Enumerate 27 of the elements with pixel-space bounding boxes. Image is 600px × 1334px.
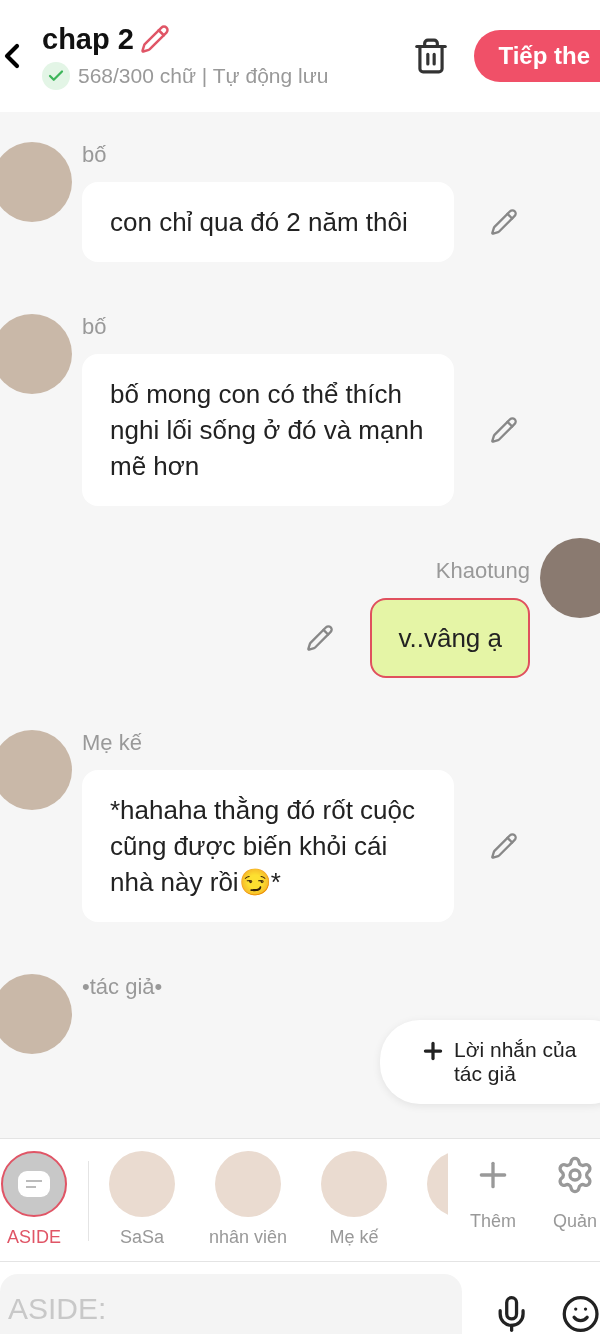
message-bubble[interactable]: *hahaha thằng đó rốt cuộc cũng được biến khỏi cái nhà này rồi😏*: [82, 770, 454, 922]
pencil-icon[interactable]: [490, 208, 518, 236]
sender-name: •tác giả•: [82, 974, 163, 1000]
character-item[interactable]: Mẹ kế: [301, 1151, 407, 1248]
message-bubble[interactable]: con chỉ qua đó 2 năm thôi: [82, 182, 454, 262]
sender-name: Mẹ kế: [82, 730, 142, 756]
trash-icon[interactable]: [412, 37, 450, 75]
word-count-status: 568/300 chữ | Tự động lưu: [78, 63, 329, 88]
pencil-icon[interactable]: [139, 24, 170, 54]
next-button[interactable]: Tiếp the: [474, 30, 600, 82]
message-bubble[interactable]: v..vâng ạ: [370, 598, 530, 678]
author-note-button[interactable]: Lời nhắn của tác giả: [380, 1020, 600, 1104]
message-bubble[interactable]: bố mong con có thể thích nghi lối sống ở đó và mạnh mẽ hơn: [82, 354, 454, 506]
character-item[interactable]: nhân viên: [195, 1151, 301, 1248]
sender-name: bố: [82, 142, 107, 168]
sender-name: bố: [82, 314, 107, 340]
settings-icon: [555, 1155, 595, 1195]
pencil-icon[interactable]: [306, 624, 335, 652]
message-icon: [17, 1170, 51, 1198]
emoji-icon[interactable]: [560, 1294, 600, 1334]
sender-name: Khaotung: [435, 558, 530, 584]
chapter-title: chap 2: [42, 22, 134, 56]
settings-button[interactable]: Quản: [538, 1151, 600, 1232]
pencil-icon[interactable]: [490, 416, 518, 444]
character-item[interactable]: SaSa: [89, 1151, 195, 1248]
add-button[interactable]: Thêm: [456, 1151, 530, 1232]
pencil-icon[interactable]: [490, 832, 518, 860]
